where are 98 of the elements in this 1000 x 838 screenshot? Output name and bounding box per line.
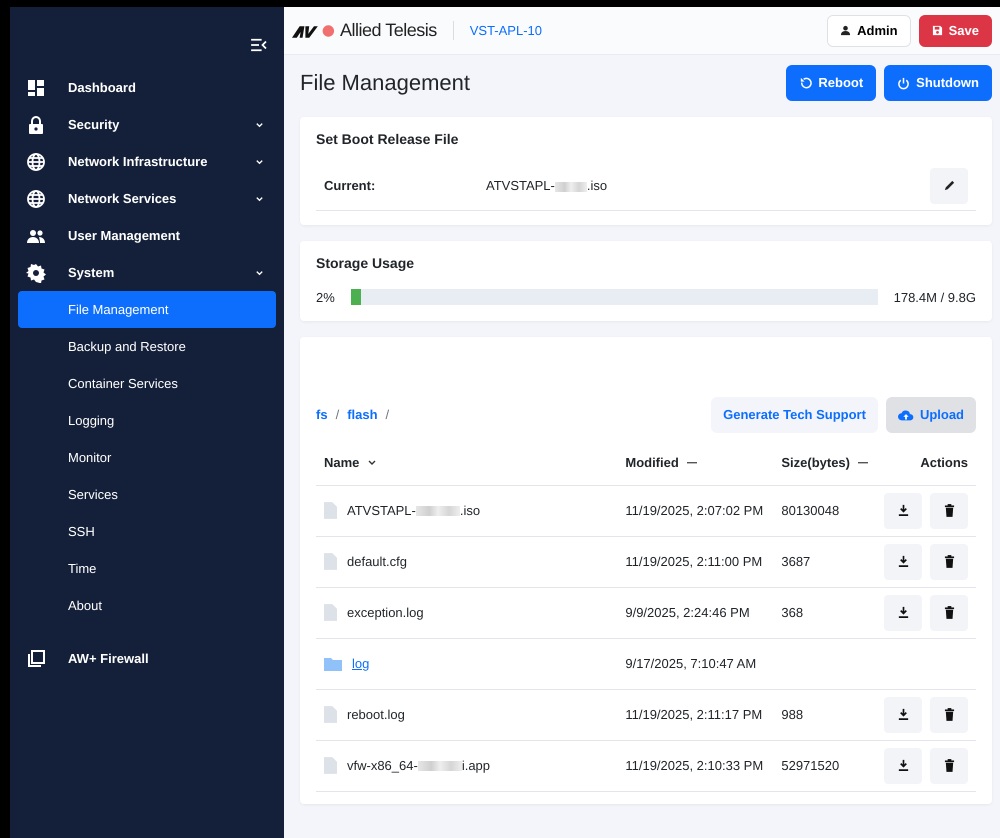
folder-icon bbox=[324, 656, 342, 671]
download-icon bbox=[896, 504, 910, 518]
logo-icon bbox=[292, 22, 336, 38]
breadcrumb-link[interactable]: fs bbox=[316, 405, 328, 425]
chevron-icon bbox=[255, 120, 264, 129]
delete-button[interactable] bbox=[930, 544, 968, 580]
download-button[interactable] bbox=[884, 696, 922, 733]
chevron-icon bbox=[255, 268, 264, 277]
download-icon bbox=[896, 555, 910, 568]
toolbar-button[interactable]: Generate Tech Support bbox=[711, 397, 878, 434]
globe-icon bbox=[26, 152, 46, 172]
sidebar-subitem[interactable]: Backup and Restore bbox=[18, 328, 276, 365]
collapse-menu-icon bbox=[250, 38, 268, 52]
card-title: Set Boot Release File bbox=[316, 131, 460, 148]
sidebar-subitem[interactable]: SSH bbox=[18, 513, 276, 550]
action-button[interactable]: Shutdown bbox=[884, 65, 992, 101]
download-icon bbox=[896, 759, 910, 772]
usage-reading: 178.4M / 9.8G bbox=[894, 288, 976, 307]
table-cell: 11/19/2025, 2:10:33 PM bbox=[625, 758, 764, 773]
breadcrumb-link[interactable]: flash bbox=[347, 405, 378, 425]
gear-icon bbox=[26, 262, 46, 282]
column-header[interactable]: Modified bbox=[625, 453, 697, 473]
sidebar-subitem[interactable]: Services bbox=[18, 476, 276, 513]
file-icon bbox=[324, 706, 337, 724]
trash-icon bbox=[944, 708, 954, 722]
table-cell: 9/9/2025, 2:24:46 PM bbox=[625, 604, 750, 620]
sidebar-subitem[interactable]: Time bbox=[18, 550, 276, 587]
sidebar-subitem[interactable]: About bbox=[18, 587, 276, 624]
cloud-upload-icon bbox=[898, 409, 914, 422]
table-cell: 11/19/2025, 2:07:02 PM bbox=[625, 502, 764, 518]
user-icon bbox=[840, 25, 852, 36]
folder-link[interactable]: log bbox=[352, 654, 370, 674]
lock-icon bbox=[26, 114, 46, 134]
brand-name: Allied Telesis bbox=[340, 19, 437, 42]
column-header[interactable]: Actions bbox=[920, 453, 968, 473]
sidebar-subitem[interactable]: Container Services bbox=[18, 365, 276, 402]
admin-button[interactable]: Admin bbox=[827, 14, 911, 46]
sidebar-item[interactable]: AW+ Firewall bbox=[18, 640, 276, 677]
file-icon bbox=[324, 502, 337, 520]
sidebar-item[interactable]: Security bbox=[18, 106, 276, 143]
file-name: vfw-x86_64- i.app bbox=[347, 756, 490, 775]
action-button[interactable]: Reboot bbox=[786, 65, 876, 101]
download-button[interactable] bbox=[884, 594, 922, 631]
file-name: reboot.log bbox=[347, 706, 405, 724]
field-label: Current: bbox=[324, 177, 376, 196]
trash-icon bbox=[944, 759, 954, 772]
dashboard-icon bbox=[26, 78, 46, 98]
delete-button[interactable] bbox=[930, 492, 968, 529]
trash-icon bbox=[944, 606, 954, 620]
table-cell: 3687 bbox=[781, 554, 810, 569]
table-cell: 11/19/2025, 2:11:00 PM bbox=[625, 554, 762, 569]
field-value: ATVSTAPL- .iso bbox=[486, 177, 608, 196]
table-cell: 80130048 bbox=[781, 502, 840, 518]
file-icon bbox=[324, 757, 337, 774]
download-button[interactable] bbox=[884, 748, 922, 784]
device-name: VST-APL-10 bbox=[452, 20, 542, 40]
trash-icon bbox=[944, 504, 954, 518]
column-header[interactable]: Size(bytes) bbox=[781, 453, 868, 473]
percent-label: 2% bbox=[316, 288, 335, 307]
copy-icon bbox=[26, 648, 46, 668]
table-cell: 988 bbox=[781, 706, 804, 722]
column-header[interactable]: Name bbox=[324, 453, 378, 473]
chevron-icon bbox=[255, 194, 264, 203]
file-icon bbox=[324, 604, 337, 622]
download-button[interactable] bbox=[884, 544, 922, 580]
download-icon bbox=[896, 708, 910, 722]
sidebar-item[interactable]: Network Services bbox=[18, 180, 276, 217]
delete-button[interactable] bbox=[930, 696, 968, 733]
table-cell: 52971520 bbox=[781, 758, 840, 773]
file-name: default.cfg bbox=[347, 552, 407, 571]
globe-icon bbox=[26, 188, 46, 208]
sidebar-subitem[interactable]: Monitor bbox=[18, 439, 276, 476]
reload-icon bbox=[799, 76, 812, 90]
table-cell: 9/17/2025, 7:10:47 AM bbox=[625, 656, 756, 671]
table-cell: 368 bbox=[781, 604, 804, 620]
trash-icon bbox=[944, 555, 954, 568]
card-title: Storage Usage bbox=[316, 254, 416, 272]
file-icon bbox=[324, 553, 337, 570]
file-name: ATVSTAPL- .iso bbox=[347, 502, 480, 520]
sidebar-item[interactable]: Network Infrastructure bbox=[18, 143, 276, 180]
sidebar-item[interactable]: User Management bbox=[18, 217, 276, 254]
delete-button[interactable] bbox=[930, 594, 968, 631]
pencil-icon bbox=[942, 179, 956, 192]
breadcrumb-separator: / bbox=[336, 406, 340, 424]
table-cell: 11/19/2025, 2:11:17 PM bbox=[625, 706, 762, 722]
download-button[interactable] bbox=[884, 492, 922, 529]
sidebar-item[interactable]: System bbox=[18, 254, 276, 291]
save-button[interactable]: Save bbox=[918, 14, 992, 46]
chevron-icon bbox=[255, 157, 264, 166]
download-icon bbox=[896, 606, 910, 620]
breadcrumb-separator: / bbox=[386, 406, 390, 424]
power-icon bbox=[897, 76, 910, 90]
sidebar-subitem[interactable]: Logging bbox=[18, 402, 276, 439]
sidebar-item[interactable]: Dashboard bbox=[18, 69, 276, 106]
sidebar-subitem[interactable]: File Management bbox=[18, 291, 276, 328]
page-title: File Management bbox=[300, 70, 471, 96]
delete-button[interactable] bbox=[930, 748, 968, 784]
file-name: exception.log bbox=[347, 604, 424, 622]
